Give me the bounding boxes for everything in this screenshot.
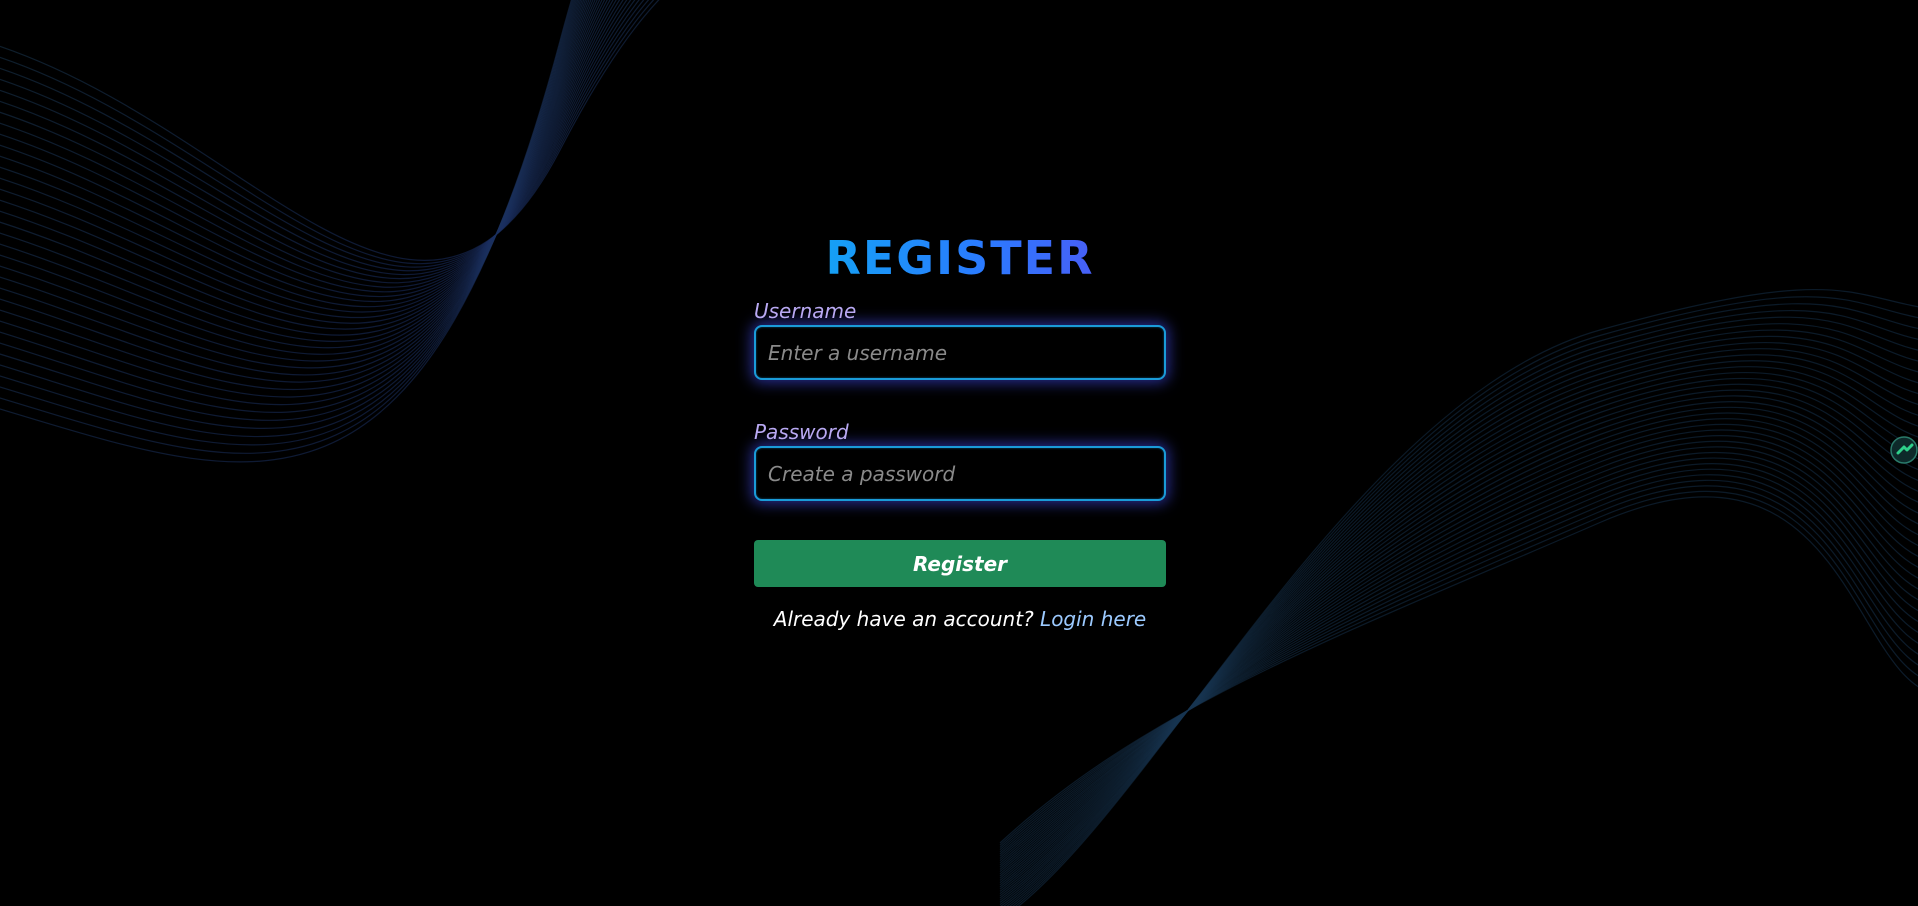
password-label: Password bbox=[754, 420, 849, 444]
page-title: REGISTER bbox=[754, 226, 1166, 290]
login-link[interactable]: Login here bbox=[1040, 607, 1146, 631]
wave-line bbox=[0, 0, 660, 261]
login-prompt-text: Already have an account? bbox=[773, 607, 1034, 631]
register-form: REGISTER Username Password Register Alre… bbox=[754, 226, 1166, 631]
grammar-extension-icon[interactable] bbox=[1890, 436, 1918, 464]
login-prompt: Already have an account? Login here bbox=[754, 607, 1166, 631]
register-button[interactable]: Register bbox=[754, 540, 1166, 587]
username-label: Username bbox=[754, 299, 857, 323]
username-input[interactable] bbox=[754, 325, 1166, 380]
password-input[interactable] bbox=[754, 446, 1166, 501]
register-page: REGISTER Username Password Register Alre… bbox=[0, 0, 1918, 906]
